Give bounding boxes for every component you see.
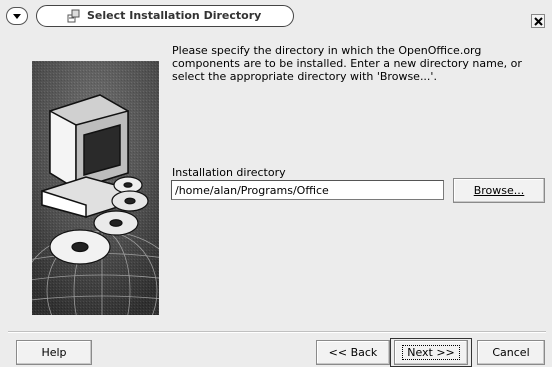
back-button[interactable]: << Back (316, 340, 390, 365)
close-icon (534, 17, 543, 26)
window-title: Select Installation Directory (87, 9, 262, 22)
help-button[interactable]: Help (16, 340, 92, 365)
title-pill: Select Installation Directory (36, 5, 294, 27)
cancel-button-label: Cancel (492, 346, 530, 359)
help-button-label: Help (41, 346, 67, 359)
cancel-button[interactable]: Cancel (477, 340, 545, 365)
back-button-label: << Back (328, 346, 378, 359)
computer-and-discs-illustration (32, 61, 159, 315)
installer-icon (67, 9, 80, 23)
side-illustration (32, 61, 159, 315)
footer-separator (8, 331, 546, 333)
next-button-label: Next >> (402, 345, 460, 360)
installation-directory-label: Installation directory (172, 166, 286, 179)
next-button[interactable]: Next >> (394, 340, 468, 365)
installer-dialog: Select Installation Directory Please spe… (0, 0, 552, 367)
window-menu-button[interactable] (6, 7, 28, 25)
close-button[interactable] (531, 14, 545, 28)
installation-directory-input[interactable] (171, 180, 444, 200)
title-bar: Select Installation Directory (0, 0, 552, 30)
browse-button[interactable]: Browse... (453, 178, 545, 203)
description-text: Please specify the directory in which th… (172, 44, 522, 83)
browse-button-label: Browse... (473, 184, 525, 197)
